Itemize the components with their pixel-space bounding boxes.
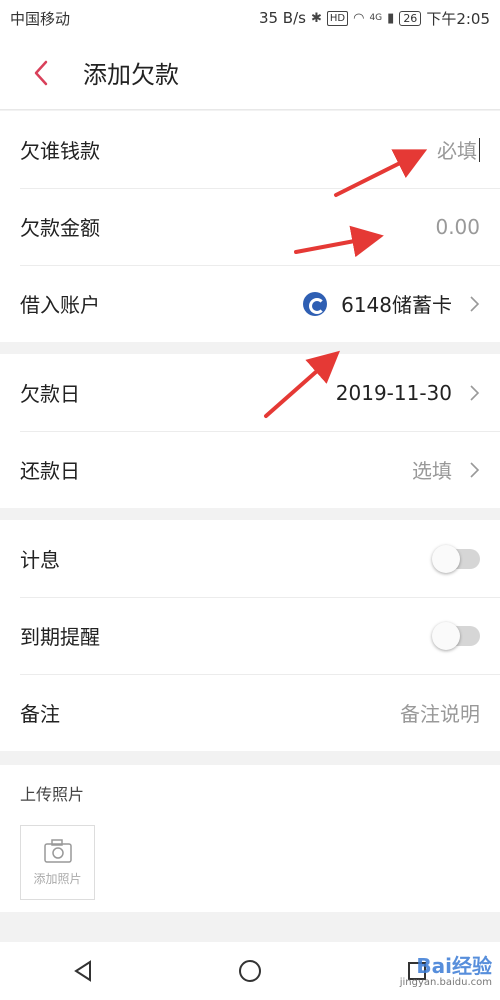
- repay-date-value[interactable]: 选填: [412, 455, 480, 484]
- network-type: 4G: [369, 13, 383, 23]
- repay-date-label: 还款日: [20, 459, 80, 483]
- account-name: 6148储蓄卡: [341, 293, 452, 317]
- battery-level: 26: [399, 10, 422, 26]
- date-section: 欠款日 2019-11-30 还款日 选填: [0, 354, 500, 508]
- debt-date-label: 欠款日: [20, 382, 80, 406]
- creditor-row[interactable]: 欠谁钱款 必填: [0, 111, 500, 188]
- creditor-input[interactable]: 必填: [437, 135, 480, 164]
- add-photo-button[interactable]: 添加照片: [20, 825, 95, 900]
- wifi-icon: ◠: [353, 10, 365, 26]
- bank-logo-icon: [303, 291, 328, 316]
- account-label: 借入账户: [20, 293, 100, 317]
- amount-label: 欠款金额: [20, 216, 100, 240]
- status-bar: 中国移动 35 B/s ✱ HD ◠ 4G ▮ 26 下午2:05: [0, 0, 500, 36]
- hd-badge: HD: [326, 10, 349, 26]
- photo-section-label: 上传照片: [20, 785, 85, 804]
- debt-date-row[interactable]: 欠款日 2019-11-30: [0, 354, 500, 431]
- circle-home-icon: [238, 960, 261, 982]
- toggle-knob: [432, 621, 460, 650]
- add-photo-label: 添加照片: [33, 872, 82, 886]
- interest-label: 计息: [20, 548, 60, 572]
- nav-home-button[interactable]: [230, 951, 270, 991]
- debt-date-text: 2019-11-30: [335, 380, 452, 405]
- watermark-brand: Bai经验: [416, 954, 492, 978]
- chevron-right-icon: [470, 295, 480, 312]
- account-value[interactable]: 6148储蓄卡: [303, 289, 480, 318]
- amount-row[interactable]: 欠款金额 0.00: [0, 188, 500, 265]
- carrier-name: 中国移动: [10, 9, 71, 28]
- signal-icon: ▮: [387, 10, 395, 26]
- chevron-right-icon: [470, 384, 480, 401]
- note-label: 备注: [20, 702, 60, 726]
- bluetooth-icon: ✱: [310, 10, 322, 26]
- interest-toggle[interactable]: [432, 544, 480, 573]
- app-header: 添加欠款: [0, 36, 500, 110]
- interest-row: 计息: [0, 520, 500, 597]
- reminder-row: 到期提醒: [0, 597, 500, 674]
- account-row[interactable]: 借入账户 6148储蓄卡: [0, 265, 500, 342]
- chevron-right-icon: [470, 461, 480, 478]
- debt-date-value[interactable]: 2019-11-30: [336, 381, 480, 405]
- toggle-knob: [432, 544, 460, 573]
- note-input[interactable]: 备注说明: [400, 698, 480, 727]
- network-speed: 35 B/s: [258, 9, 306, 27]
- camera-icon: [43, 839, 72, 863]
- photo-section: 上传照片 添加照片: [0, 765, 500, 912]
- debt-info-section: 欠谁钱款 必填 欠款金额 0.00 借入账户 6148储蓄卡: [0, 111, 500, 342]
- note-row[interactable]: 备注 备注说明: [0, 674, 500, 751]
- page-title: 添加欠款: [83, 61, 179, 89]
- creditor-placeholder: 必填: [437, 139, 477, 163]
- status-indicators: 35 B/s ✱ HD ◠ 4G ▮ 26 下午2:05: [259, 8, 490, 29]
- repay-date-text: 选填: [412, 459, 452, 483]
- creditor-label: 欠谁钱款: [20, 139, 100, 163]
- reminder-label: 到期提醒: [20, 625, 100, 649]
- amount-input[interactable]: 0.00: [435, 215, 480, 239]
- back-button[interactable]: [26, 53, 56, 93]
- reminder-toggle[interactable]: [432, 621, 480, 650]
- watermark-url: jingyan.baidu.com: [399, 977, 492, 988]
- text-cursor: [479, 137, 480, 162]
- chevron-left-icon: [34, 60, 48, 85]
- clock: 下午2:05: [426, 9, 490, 28]
- repay-date-row[interactable]: 还款日 选填: [0, 431, 500, 508]
- options-section: 计息 到期提醒 备注 备注说明: [0, 520, 500, 751]
- triangle-back-icon: [74, 960, 92, 982]
- nav-back-button[interactable]: [63, 951, 103, 991]
